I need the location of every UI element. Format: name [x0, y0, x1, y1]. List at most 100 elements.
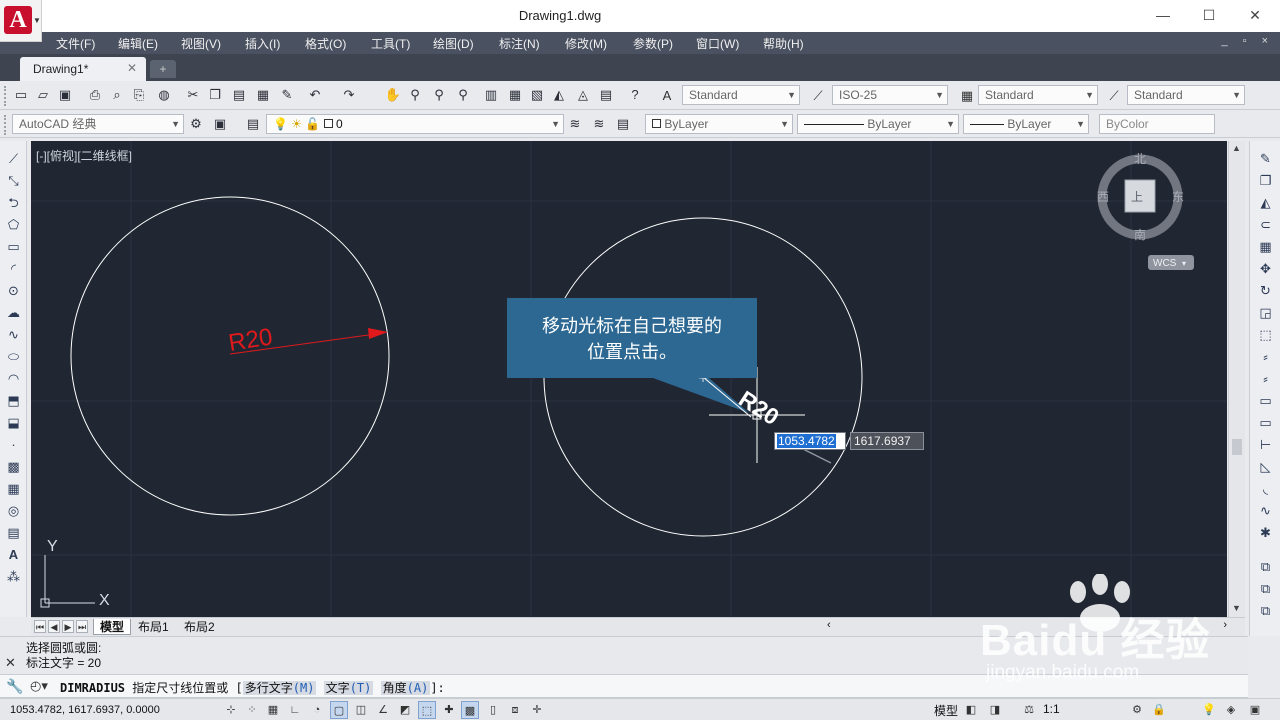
grid-display-icon[interactable]: ▦ [264, 701, 282, 719]
chamfer-icon[interactable]: ◺ [1256, 457, 1275, 476]
menu-insert[interactable]: 插入(I) [245, 35, 280, 52]
scroll-left-icon[interactable]: ‹ [827, 619, 831, 631]
menu-help[interactable]: 帮助(H) [763, 35, 804, 52]
viewcube-south[interactable]: 南 [1134, 227, 1146, 242]
workspace-toggle-icon[interactable]: ▣ [211, 115, 229, 133]
menu-parametric[interactable]: 参数(P) [633, 35, 673, 52]
send-to-back-icon[interactable]: ⧉ [1256, 601, 1275, 620]
object-snap-icon[interactable]: ▢ [330, 701, 348, 719]
quick-properties-icon[interactable]: ▯ [484, 701, 502, 719]
tab-layout2[interactable]: 布局2 [178, 619, 221, 635]
annotation-scale-value[interactable]: 1:1 [1043, 702, 1060, 716]
make-current-layer-icon[interactable]: ≋ [566, 115, 584, 133]
calculator-icon[interactable]: ▤ [597, 86, 615, 104]
revision-cloud-icon[interactable]: ☁ [4, 303, 23, 322]
toolbar-grip[interactable] [4, 86, 8, 106]
model-space-toggle[interactable]: 模型 [934, 702, 958, 719]
object-snap-tracking-icon[interactable]: ∠ [374, 701, 392, 719]
layer-select[interactable]: 💡 ☀ 🔓 0 ▼ [266, 114, 564, 134]
extend-icon[interactable]: ⸗ [1256, 369, 1275, 388]
move-icon[interactable]: ✥ [1256, 259, 1275, 278]
tab-close-icon[interactable]: ✕ [127, 61, 137, 75]
menu-view[interactable]: 视图(V) [181, 35, 221, 52]
add-selected-icon[interactable]: ⁂ [4, 567, 23, 586]
save-icon[interactable]: ▣ [56, 86, 74, 104]
polyline-icon[interactable]: ⮌ [4, 193, 23, 212]
break-at-point-icon[interactable]: ▭ [1256, 391, 1275, 410]
isolate-objects-icon[interactable]: 💡 [1200, 701, 1218, 719]
copy-icon[interactable]: ❐ [206, 86, 224, 104]
menu-file[interactable]: 文件(F) [56, 35, 95, 52]
transparency-icon[interactable]: ▩ [461, 701, 479, 719]
point-icon[interactable]: · [4, 435, 23, 454]
text-style-select[interactable]: Standard ▼ [682, 85, 800, 105]
paste-icon[interactable]: ▤ [230, 86, 248, 104]
lineweight-select[interactable]: ByLayer ▼ [963, 114, 1089, 134]
customize-wrench-icon[interactable]: 🔧 [6, 678, 23, 695]
match-properties-icon[interactable]: ▦ [254, 86, 272, 104]
spline-icon[interactable]: ∿ [4, 325, 23, 344]
viewcube-west[interactable]: 西 [1097, 190, 1109, 204]
new-icon[interactable]: ▭ [12, 86, 30, 104]
open-icon[interactable]: ▱ [34, 86, 52, 104]
menu-draw[interactable]: 绘图(D) [433, 35, 474, 52]
offset-icon[interactable]: ⊂ [1256, 215, 1275, 234]
infer-constraints-icon[interactable]: ⊹ [222, 701, 240, 719]
dynamic-input-x[interactable]: 1053.4782 [774, 432, 846, 450]
viewcube-north[interactable]: 北 [1134, 152, 1146, 166]
vertical-scrollbar[interactable]: ▲ ▼ [1228, 141, 1245, 617]
mirror-icon[interactable]: ◭ [1256, 193, 1275, 212]
cut-icon[interactable]: ✂ [184, 86, 202, 104]
next-layout-icon[interactable]: ▶ [62, 620, 74, 633]
zoom-realtime-icon[interactable]: ⚲ [406, 86, 424, 104]
option-mtext[interactable]: 多行文字(M) [242, 681, 317, 695]
ortho-mode-icon[interactable]: ∟ [286, 701, 304, 719]
annotation-monitor-icon[interactable]: ✛ [528, 701, 546, 719]
dynamic-input-icon[interactable]: ⬚ [418, 701, 436, 719]
lineweight-icon[interactable]: ✚ [440, 701, 458, 719]
hardware-acceleration-icon[interactable]: ◈ [1222, 701, 1240, 719]
trim-icon[interactable]: ⸗ [1256, 347, 1275, 366]
copy-object-icon[interactable]: ❐ [1256, 171, 1275, 190]
horizontal-scrollbar[interactable]: ‹ › [827, 619, 1231, 634]
polar-tracking-icon[interactable]: ◔ [308, 701, 326, 719]
pan-icon[interactable]: ✋ [384, 86, 402, 104]
fillet-icon[interactable]: ◟ [1256, 479, 1275, 498]
insert-block-icon[interactable]: ⬒ [4, 391, 23, 410]
clean-screen-icon[interactable]: ▣ [1246, 701, 1264, 719]
workspace-settings-icon[interactable]: ⚙ [187, 115, 205, 133]
snap-mode-icon[interactable]: ⁘ [243, 701, 261, 719]
dynamic-input-y[interactable]: 1617.6937 [850, 432, 924, 450]
tab-model[interactable]: 模型 [93, 619, 132, 635]
explode-icon[interactable]: ✱ [1256, 523, 1275, 542]
first-layout-icon[interactable]: ⏮ [34, 620, 46, 633]
selection-cycling-icon[interactable]: ⧈ [506, 701, 524, 719]
quick-view-layouts-icon[interactable]: ◧ [962, 701, 980, 719]
hatch-icon[interactable]: ▩ [4, 457, 23, 476]
array-icon[interactable]: ▦ [1256, 237, 1275, 256]
menu-dimension[interactable]: 标注(N) [499, 35, 540, 52]
3d-osnap-icon[interactable]: ◫ [352, 701, 370, 719]
table-style-select[interactable]: Standard ▼ [978, 85, 1098, 105]
drawing-viewport[interactable]: R20 R20 + X Y 上 北 南 西 东 WCS ▾ [-][俯视][二维… [31, 141, 1227, 617]
drawing-canvas[interactable]: R20 R20 + X Y 上 北 南 西 东 WCS ▾ [31, 141, 1227, 617]
tab-drawing1[interactable]: Drawing1* ✕ [20, 57, 146, 81]
sheet-set-icon[interactable]: ◭ [550, 86, 568, 104]
zoom-previous-icon[interactable]: ⚲ [454, 86, 472, 104]
close-window-button[interactable]: ✕ [1232, 0, 1278, 32]
scroll-up-icon[interactable]: ▲ [1232, 143, 1241, 153]
viewport-controls-label[interactable]: [-][俯视][二维线框] [36, 147, 132, 164]
close-command-line-icon[interactable]: ✕ [5, 655, 16, 671]
redo-icon[interactable]: ↷ [340, 86, 358, 104]
viewcube-east[interactable]: 东 [1172, 190, 1184, 204]
layer-previous-icon[interactable]: ≋ [590, 115, 608, 133]
application-menu-button[interactable]: A ▼ [0, 0, 42, 42]
block-editor-icon[interactable]: ✎ [278, 86, 296, 104]
last-layout-icon[interactable]: ⏭ [76, 620, 88, 633]
ellipse-icon[interactable]: ⬭ [4, 347, 23, 366]
option-angle[interactable]: 角度(A) [380, 681, 431, 695]
line-icon[interactable]: ⟋ [4, 149, 23, 168]
layer-properties-icon[interactable]: ▤ [244, 115, 262, 133]
dim-style-select[interactable]: ISO-25 ▼ [832, 85, 948, 105]
mleader-style-select[interactable]: Standard ▼ [1127, 85, 1245, 105]
